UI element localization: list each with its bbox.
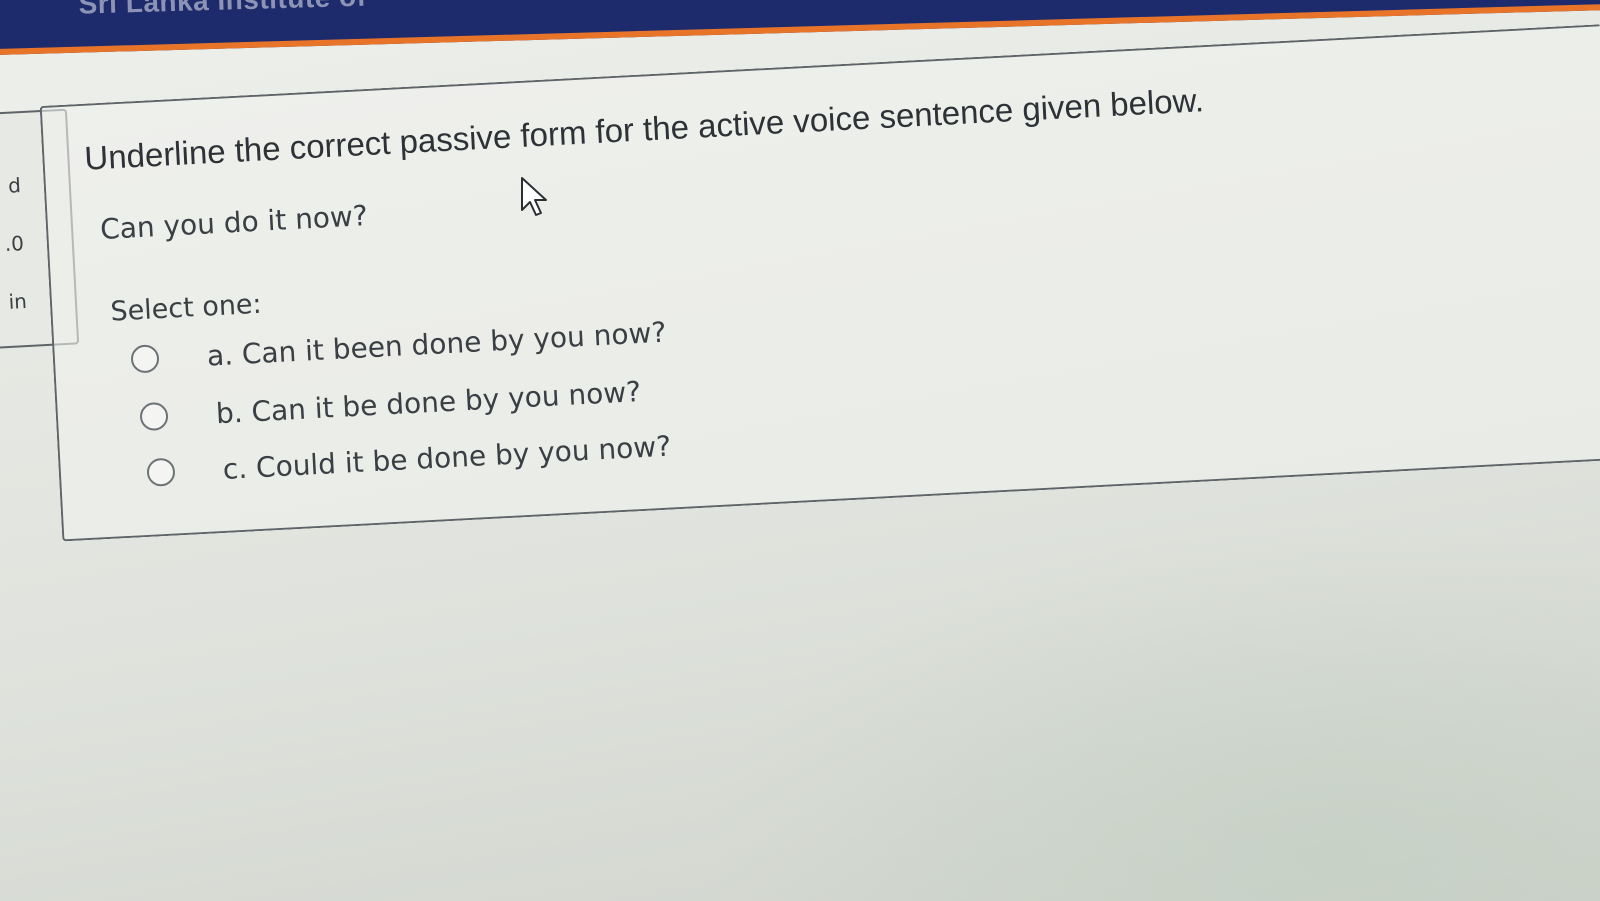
- option-label[interactable]: c. Could it be done by you now?: [222, 429, 672, 485]
- screen: Sri Lanka Institute of d .0 in Underline…: [0, 0, 1600, 901]
- question-prompt: Underline the correct passive form for t…: [83, 81, 1205, 177]
- info-line: .0: [4, 231, 25, 257]
- radio-unchecked-icon[interactable]: [130, 344, 160, 374]
- active-sentence: Can you do it now?: [99, 199, 369, 247]
- mouse-pointer-icon: [521, 177, 547, 216]
- content-area: d .0 in Underline the correct passive fo…: [0, 0, 1600, 901]
- radio-unchecked-icon[interactable]: [146, 457, 176, 487]
- select-one-label: Select one:: [109, 288, 263, 328]
- option-label[interactable]: a. Can it been done by you now?: [206, 315, 667, 372]
- answer-option-b[interactable]: b. Can it be done by you now?: [139, 371, 642, 437]
- option-label[interactable]: b. Can it be done by you now?: [215, 374, 642, 429]
- question-card: Underline the correct passive form for t…: [39, 24, 1600, 542]
- answer-option-c[interactable]: c. Could it be done by you now?: [146, 426, 672, 493]
- radio-unchecked-icon[interactable]: [139, 401, 169, 432]
- info-line: in: [7, 289, 28, 314]
- info-line: d: [7, 173, 22, 198]
